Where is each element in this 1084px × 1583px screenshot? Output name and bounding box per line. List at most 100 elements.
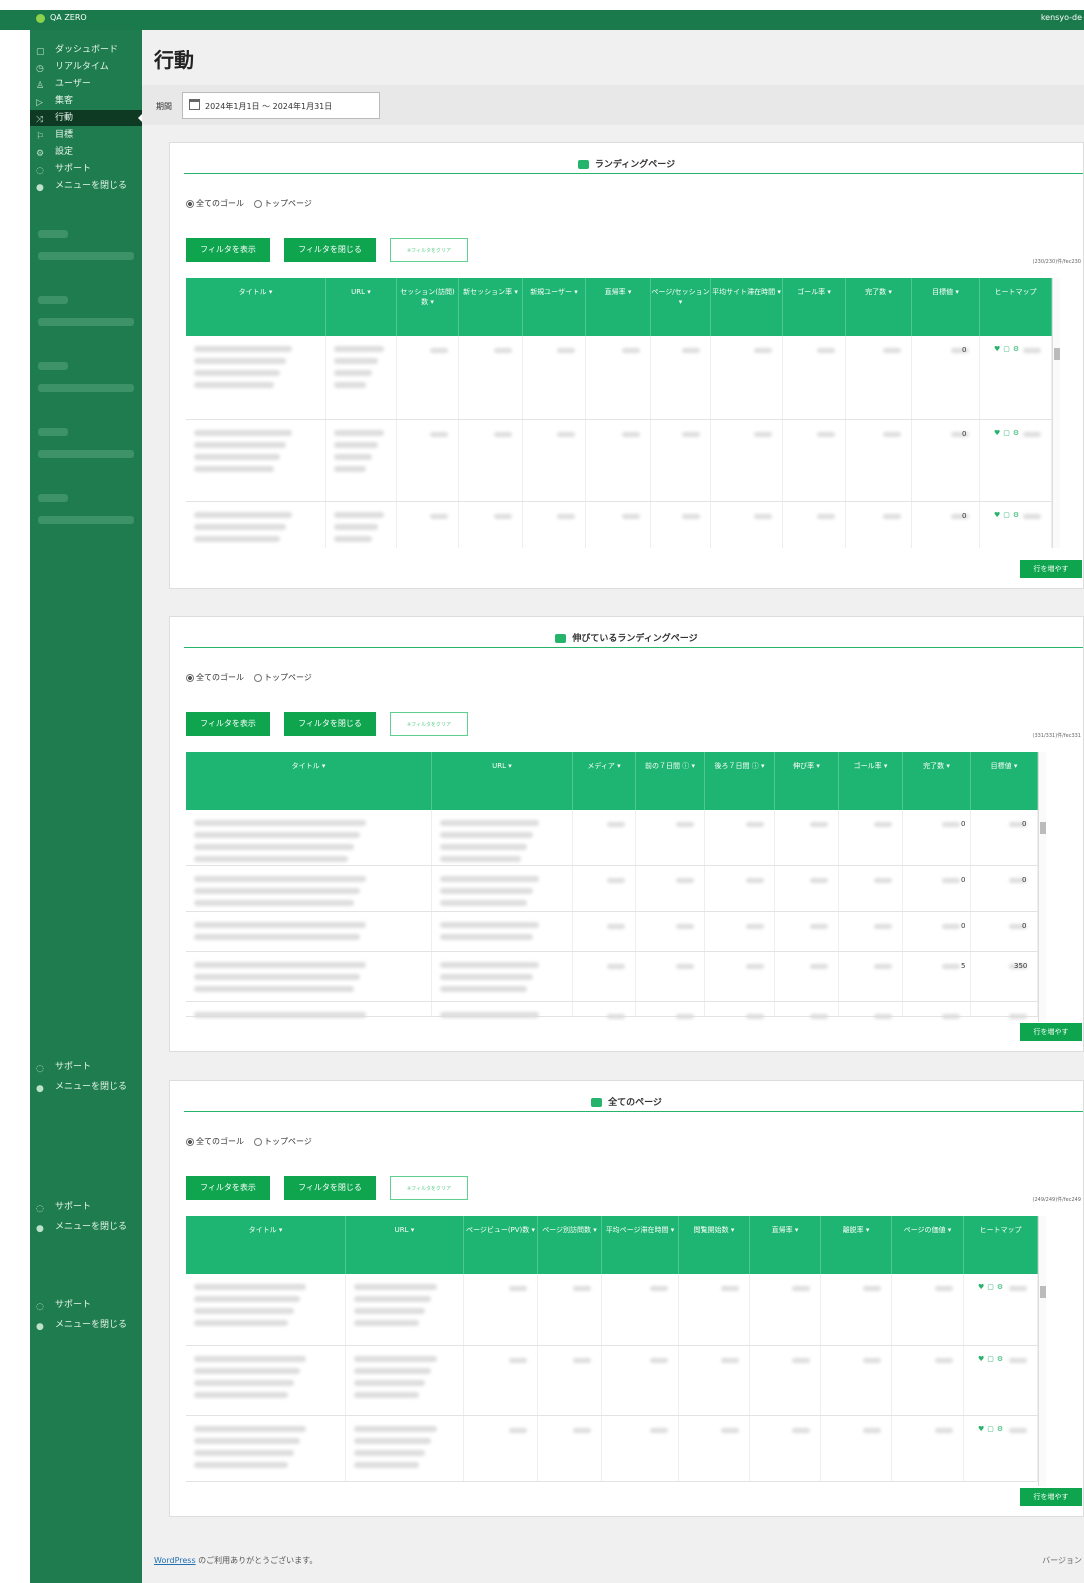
sidebar-item-2[interactable]: ♙ ユーザー [30,76,142,92]
blurred-text [440,974,533,980]
column-header[interactable]: 前の７日間 ⓘ ▾ [636,752,705,810]
close-filter-button[interactable]: フィルタを閉じる [284,1176,376,1200]
period-date-picker[interactable]: 2024年1月1日 ～ 2024年1月31日 [182,92,380,119]
sidebar-item-0[interactable]: ▢ ダッシュボード [30,42,142,58]
column-header[interactable]: 伸び率 ▾ [775,752,839,810]
table-scrollbar[interactable] [1052,278,1060,548]
clear-filter-button[interactable]: ※フィルタをクリア [390,712,468,736]
column-header[interactable]: メディア ▾ [573,752,636,810]
column-header[interactable]: タイトル ▾ [186,752,432,810]
radio-top-page[interactable]: トップページ [254,673,312,682]
column-header[interactable]: 平均サイト滞在時間 ▾ [711,278,783,336]
sidebar-extra-3[interactable]: ● メニューを閉じる [30,1219,142,1235]
radio-top-page[interactable]: トップページ [254,199,312,208]
column-header[interactable]: ゴール率 ▾ [839,752,903,810]
blurred-value [430,348,448,353]
table-row[interactable] [186,866,1038,912]
column-header[interactable]: 平均ページ滞在時間 ▾ [602,1216,679,1274]
more-rows-button[interactable]: 行を増やす [1020,1488,1082,1506]
column-header[interactable]: 閲覧開始数 ▾ [679,1216,750,1274]
table-row[interactable] [186,502,1052,548]
more-rows-button[interactable]: 行を増やす [1020,1023,1082,1041]
blurred-value [817,432,835,437]
sidebar-extra-5[interactable]: ● メニューを閉じる [30,1317,142,1333]
table-scrollbar[interactable] [1038,1216,1046,1486]
radio-all-goals[interactable]: 全てのゴール [186,199,244,208]
show-filter-button[interactable]: フィルタを表示 [186,712,270,736]
column-header[interactable]: ページ/セッション ▾ [651,278,711,336]
sidebar-extra-2[interactable]: ◌ サポート [30,1199,142,1215]
table-cell [346,1346,464,1415]
user-account[interactable]: kensyo-de [1041,13,1082,22]
table-row[interactable] [186,810,1038,866]
sidebar-item-7[interactable]: ◌ サポート [30,161,142,177]
table-row[interactable] [186,912,1038,952]
close-filter-button[interactable]: フィルタを閉じる [284,712,376,736]
column-header[interactable]: ヒートマップ [964,1216,1038,1274]
column-header[interactable]: ヒートマップ [980,278,1052,336]
sidebar-item-6[interactable]: ⚙ 設定 [30,144,142,160]
clear-filter-button[interactable]: ※フィルタをクリア [390,1176,468,1200]
wordpress-link[interactable]: WordPress [154,1556,196,1565]
column-header[interactable]: タイトル ▾ [186,278,326,336]
column-header[interactable]: ゴール率 ▾ [783,278,846,336]
column-header[interactable]: ページの価値 ▾ [892,1216,964,1274]
blurred-text [334,346,384,352]
column-header[interactable]: 新セッション率 ▾ [459,278,523,336]
heatmap-icons[interactable]: ♥▢⚙ [978,1425,1006,1433]
sidebar-item-4[interactable]: ⤨ 行動 [30,110,143,126]
table-row[interactable] [186,1346,1038,1416]
scrollbar-thumb[interactable] [1040,1286,1046,1298]
show-filter-button[interactable]: フィルタを表示 [186,238,270,262]
table-row[interactable] [186,1416,1038,1482]
table-scrollbar[interactable] [1038,752,1046,1022]
column-header[interactable]: 目標値 ▾ [971,752,1038,810]
table-row[interactable] [186,336,1052,420]
heatmap-icons[interactable]: ♥▢⚙ [994,429,1022,437]
column-header[interactable]: 目標値 ▾ [912,278,980,336]
heatmap-icons[interactable]: ♥▢⚙ [978,1283,1006,1291]
column-header[interactable]: 完了数 ▾ [903,752,971,810]
column-header[interactable]: 新規ユーザー ▾ [523,278,586,336]
heatmap-icons[interactable]: ♥▢⚙ [978,1355,1006,1363]
table-row[interactable] [186,952,1038,1002]
radio-all-goals[interactable]: 全てのゴール [186,673,244,682]
radio-top-page[interactable]: トップページ [254,1137,312,1146]
sidebar-extra-0[interactable]: ◌ サポート [30,1059,142,1075]
sidebar-extra-4[interactable]: ◌ サポート [30,1297,142,1313]
column-header[interactable]: URL ▾ [326,278,397,336]
clear-filter-button[interactable]: ※フィルタをクリア [390,238,468,262]
table-row[interactable] [186,1274,1038,1346]
radio-all-goals[interactable]: 全てのゴール [186,1137,244,1146]
sidebar-item-5[interactable]: ⚐ 目標 [30,127,142,143]
sidebar-extra-label: サポート [55,1300,92,1310]
column-header[interactable]: 後ろ７日間 ⓘ ▾ [705,752,775,810]
sidebar-item-8[interactable]: ● メニューを閉じる [30,178,142,194]
column-header[interactable]: URL ▾ [346,1216,464,1274]
blurred-text [334,442,378,448]
column-header[interactable]: 直帰率 ▾ [586,278,651,336]
column-header[interactable]: URL ▾ [432,752,573,810]
sidebar-item-1[interactable]: ◷ リアルタイム [30,59,142,75]
table-row[interactable] [186,1002,1038,1019]
show-filter-button[interactable]: フィルタを表示 [186,1176,270,1200]
column-header[interactable]: 完了数 ▾ [846,278,912,336]
column-header[interactable]: 直帰率 ▾ [750,1216,821,1274]
heatmap-icons[interactable]: ♥▢⚙ [994,345,1022,353]
brand-name[interactable]: QA ZERO [50,13,87,22]
column-header[interactable]: ページビュー(PV)数 ▾ [464,1216,538,1274]
column-header[interactable]: 離脱率 ▾ [821,1216,892,1274]
column-header[interactable]: ページ別訪問数 ▾ [538,1216,602,1274]
scrollbar-thumb[interactable] [1054,348,1060,360]
table-cell [679,1346,750,1415]
sidebar-item-3[interactable]: ▷ 集客 [30,93,142,109]
column-header[interactable]: セッション(訪問) 数 ▾ [397,278,459,336]
more-rows-button[interactable]: 行を増やす [1020,560,1082,578]
heatmap-icons[interactable]: ♥▢⚙ [994,511,1022,519]
column-header[interactable]: タイトル ▾ [186,1216,346,1274]
sidebar-extra-1[interactable]: ● メニューを閉じる [30,1079,142,1095]
table-row[interactable] [186,420,1052,502]
close-filter-button[interactable]: フィルタを閉じる [284,238,376,262]
scrollbar-thumb[interactable] [1040,822,1046,834]
blurred-value [1009,1286,1027,1291]
